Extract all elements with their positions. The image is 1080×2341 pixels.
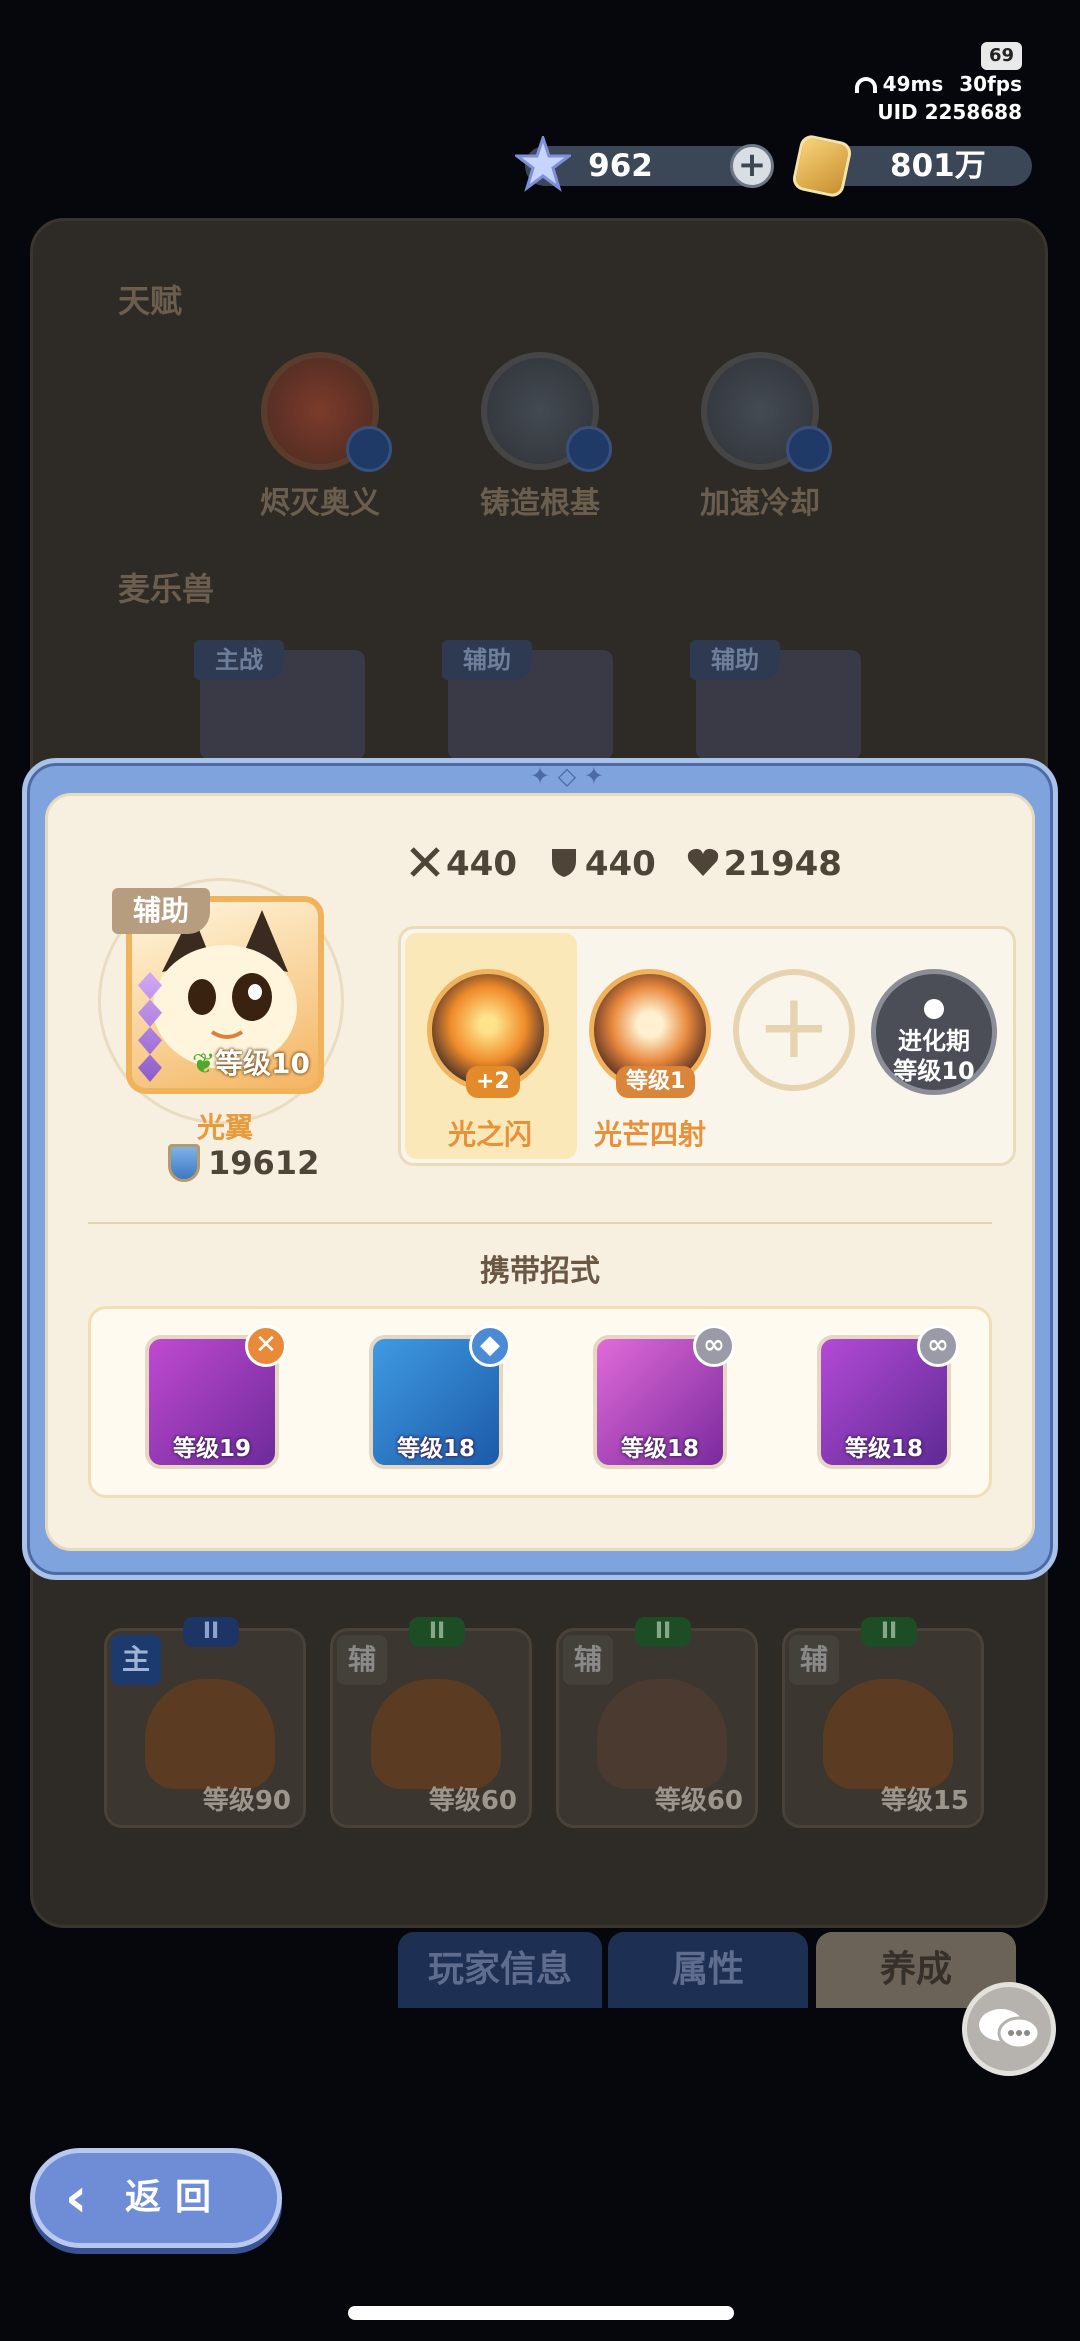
add-skill-button[interactable]: + (733, 969, 855, 1091)
rank-badge: II (409, 1617, 465, 1647)
search-icon[interactable] (566, 426, 612, 472)
swap-icon: ∞ (917, 1325, 959, 1367)
swords-icon (410, 847, 440, 877)
pet-tag-1: 主战 (194, 640, 284, 680)
team-card-1[interactable]: 主 II 等级90 (104, 1617, 306, 1828)
team-level: 等级60 (654, 1786, 743, 1816)
team-level: 等级15 (880, 1786, 969, 1816)
hp-stat: 21948 (686, 844, 842, 884)
gem-currency: 962 + (515, 136, 774, 192)
shield-icon (551, 849, 576, 877)
pet-avatar (597, 1679, 727, 1789)
team-card-2[interactable]: 辅 II 等级60 (330, 1617, 532, 1828)
chat-button[interactable] (962, 1982, 1056, 2076)
search-icon[interactable] (786, 426, 832, 472)
shield-icon: ◆ (469, 1325, 511, 1367)
move-level: 等级18 (844, 1436, 923, 1462)
moves-list: 等级19 ✕ 等级18 ◆ 等级18 ∞ 等级18 ∞ (88, 1306, 992, 1498)
swap-icon: ∞ (693, 1325, 735, 1367)
pet-name: 光翼 (196, 1111, 253, 1144)
gold-count: 801万 (890, 148, 986, 184)
skill-icon-radiance[interactable]: 等级1 (589, 969, 711, 1098)
ornament-icon: ✦ ◇ ✦ (530, 762, 604, 790)
skill-name-1: 光之闪 (447, 1118, 532, 1151)
gold-currency: 801万 (790, 133, 1032, 199)
fps: 30fps (959, 72, 1022, 96)
talent-label-1: 烬灭奥义 (260, 486, 380, 521)
back-button[interactable]: ‹ 返回 (30, 2148, 282, 2248)
gold-coin-icon (790, 133, 854, 199)
locked-line-1: 进化期 (898, 1027, 970, 1055)
team-level: 等级90 (202, 1786, 291, 1816)
pet-level: 等级10 (215, 1047, 310, 1080)
team-role: 辅 (337, 1635, 387, 1685)
talent-label-2: 铸造根基 (480, 486, 600, 521)
pet-avatar (371, 1679, 501, 1789)
heart-icon (687, 848, 718, 876)
divider (88, 1222, 992, 1224)
skill-name-2: 光芒四射 (593, 1118, 706, 1151)
pet-tag-3: 辅助 (690, 640, 780, 680)
team-level: 等级60 (428, 1786, 517, 1816)
team-card-3[interactable]: 辅 II 等级60 (556, 1617, 758, 1828)
team-role: 辅 (563, 1635, 613, 1685)
skill-badge: 等级1 (616, 1066, 696, 1098)
pet-detail-modal: ✦ ◇ ✦ 440 440 21948 辅助 ❦ 等级10 光翼 19612 +… (22, 758, 1058, 1580)
team-role: 主 (111, 1635, 161, 1685)
rank-badge: II (861, 1617, 917, 1647)
skill-badge: +2 (466, 1066, 520, 1098)
move-level: 等级18 (396, 1436, 475, 1462)
skill-icon-flash[interactable]: +2 (427, 969, 549, 1098)
power-shield-icon (168, 1144, 200, 1182)
add-gems-button[interactable]: + (730, 144, 774, 188)
move-level: 等级18 (620, 1436, 699, 1462)
pet-avatar (823, 1679, 953, 1789)
gem-count: 962 (588, 148, 653, 184)
wifi-icon (854, 77, 877, 93)
pets-section-title: 麦乐兽 (118, 570, 215, 608)
talent-section-title: 天赋 (118, 282, 183, 320)
attack-stat: 440 (408, 844, 517, 884)
pet-tag-2: 辅助 (442, 640, 532, 680)
tab-attributes[interactable]: 属性 (608, 1932, 808, 2008)
pet-avatar (145, 1679, 275, 1789)
sprout-icon: ❦ (192, 1047, 216, 1080)
chat-icon (979, 2009, 1041, 2050)
battery-indicator: 69 (980, 42, 1022, 70)
defense-stat: 440 (547, 844, 656, 884)
lock-icon (924, 999, 944, 1019)
talent-label-3: 加速冷却 (700, 486, 820, 521)
rank-badge: II (635, 1617, 691, 1647)
locked-skill-slot[interactable]: 进化期 等级10 (871, 969, 997, 1095)
search-icon[interactable] (346, 426, 392, 472)
home-indicator[interactable] (348, 2306, 734, 2320)
team-card-4[interactable]: 辅 II 等级15 (782, 1617, 984, 1828)
cross-icon: ✕ (245, 1325, 287, 1367)
team-role: 辅 (789, 1635, 839, 1685)
combat-power: 19612 (168, 1144, 319, 1182)
locked-line-2: 等级10 (893, 1057, 975, 1085)
role-tag: 辅助 (112, 888, 210, 934)
modal-content: 440 440 21948 辅助 ❦ 等级10 光翼 19612 +2 光之闪 … (45, 793, 1035, 1551)
status-bar: 69 49ms 30fps UID 2258688 (854, 40, 1022, 126)
pet-stats: 440 440 21948 (408, 844, 860, 884)
rank-badge: II (183, 1617, 239, 1647)
uid: UID 2258688 (877, 100, 1022, 124)
moves-title: 携带招式 (480, 1254, 600, 1289)
tab-player-info[interactable]: 玩家信息 (398, 1932, 602, 2008)
back-chevron-icon: ‹ (65, 2166, 88, 2229)
back-label: 返回 (125, 2177, 226, 2218)
passive-skills: +2 光之闪 等级1 光芒四射 + 进化期 等级10 (398, 926, 1016, 1166)
ping: 49ms (882, 72, 944, 96)
move-level: 等级19 (172, 1436, 251, 1462)
